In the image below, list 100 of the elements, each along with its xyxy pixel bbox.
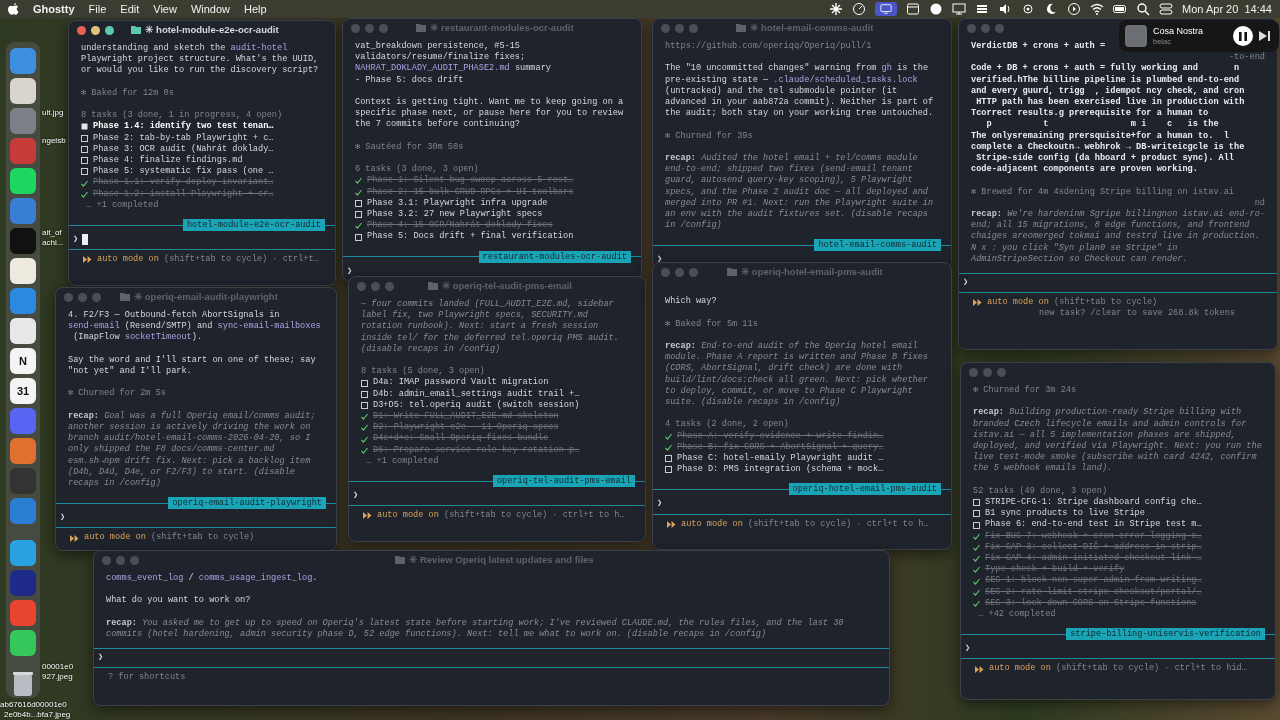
play-icon[interactable] — [1067, 2, 1082, 16]
task-text: SEC-3: lock down CORS on Stripe functions — [985, 597, 1197, 609]
control-center-icon[interactable] — [1159, 2, 1174, 16]
file-name[interactable]: ult.jpg — [42, 108, 64, 117]
task-text: SEC-2: rate limit stripe-checkout/portal/… — [985, 586, 1202, 598]
message-text: Context is getting tight. Want me to keep going on a — [355, 97, 624, 108]
search-icon[interactable] — [1136, 2, 1151, 16]
pause-icon[interactable] — [1239, 31, 1247, 41]
menu-item[interactable]: Help — [244, 0, 267, 18]
task-text: Phase 3.2: 27 new Playwright specs — [367, 209, 543, 220]
status-text: ✻ Baked for 5m 11s — [665, 318, 758, 330]
task-text: D3+D5: tel.operiq audit (switch session) — [373, 399, 580, 411]
message-text: or would you like to run the discovery script? — [81, 65, 319, 77]
task-text: B1 sync products to live Stripe — [985, 508, 1145, 519]
file-name[interactable]: 927.jpeg — [42, 672, 73, 681]
task-text: Fix GAP-4: admin-initiated checkout link … — [985, 553, 1202, 564]
window-title: ✳ hotel-module-e2e-ocr-audit — [145, 24, 279, 36]
app-icon[interactable] — [10, 78, 36, 104]
recap-text: recap: Audited the hotel email + tel/comms module end-to-end; shipped two fixes (send-email tenant guard, autosend query-key scoping), 5 Playwright specs, and the Phase 2 audit doc — all deployed and merged into PR #1. Next: run the Playwright suite in an env with the audit fixtures set. (disable recaps in /config) — [665, 153, 935, 232]
album-art-photo — [1125, 25, 1147, 47]
task-text: Phase 1.2: install Playwright + cr… — [93, 188, 274, 200]
menu-item[interactable]: File — [88, 0, 107, 18]
task-text: Phase 1: Silent-bug sweep across 5 rest… — [367, 175, 574, 187]
apple-logo-icon[interactable] — [8, 2, 19, 16]
task-text: Phase 5: Docs drift + final verification — [367, 231, 574, 243]
task-text: D4b: admin_email_settings audit trail +… — [373, 388, 580, 400]
message-text: -to-end — [1228, 52, 1265, 64]
prompt-symbol: ❯ — [73, 234, 79, 246]
folder-icon — [120, 292, 131, 302]
app-icon[interactable]: N — [10, 348, 36, 374]
app-icon[interactable] — [10, 258, 36, 284]
message-text: (ImapFlow socketTimeout). — [72, 332, 203, 344]
message-text: VerdictDB + crons + auth = — [971, 41, 1106, 53]
gauge-icon[interactable] — [852, 2, 867, 16]
app-icon[interactable] — [10, 630, 36, 656]
trash-icon[interactable] — [11, 670, 35, 698]
app-menu[interactable]: Ghostty — [33, 0, 75, 18]
file-name[interactable]: ait_of — [42, 228, 62, 237]
mode-status-text: auto mode on (shift+tab to cycle) · ctrl+t to hid… — [989, 663, 1247, 675]
menu-item[interactable]: View — [153, 0, 177, 18]
display-icon[interactable] — [875, 2, 898, 16]
sparkle-icon[interactable] — [829, 2, 844, 16]
menu-item[interactable]: Window — [190, 0, 231, 18]
wifi-icon[interactable] — [1090, 2, 1105, 16]
fast-forward-icon — [975, 665, 984, 673]
folder-icon — [131, 25, 142, 35]
file-name[interactable]: achi... — [42, 238, 64, 247]
fast-forward-icon — [70, 534, 79, 542]
status-text: ✻ Brewed for 4m 4sdening Stripe billing on istav.ai — [971, 186, 1235, 198]
message-text: What do you want to work on? — [106, 595, 251, 607]
prompt-symbol: ❯ — [98, 652, 104, 664]
app-icon[interactable] — [10, 168, 36, 194]
recap-text: recap: Building production-ready Stripe billing with branded Czech lifecycle emails and admin controls for istav.ai — all 5 implementation phases are shipped, deployed, and verified via Playwright. Next: you run the live test-mode smoke (subscribe with card 4242, confirm the 5 webhook emails land). — [973, 407, 1263, 475]
task-text: STRIPE-CFG-1: Stripe dashboard config che… — [985, 497, 1202, 508]
window-title: ✳ restaurant-modules-ocr-audit — [430, 22, 574, 34]
mode-status-text: auto mode on (shift+tab to cycle) · ctrl+t to h… — [681, 518, 929, 530]
task-text: Phase C: hotel-emaily Playwright audit … — [677, 453, 884, 464]
message-text: NAHRAT_DOKLADY_AUDIT_PHASE2.md summary — [355, 63, 551, 75]
fast-forward-icon — [83, 256, 92, 264]
task-text: Phase 5: systematic fix pass (one … — [93, 166, 274, 177]
menu-bar-clock[interactable]: Mon Apr 20 14:44 — [1182, 0, 1272, 18]
calendar-icon[interactable] — [906, 2, 921, 16]
session-tag: stripe-billing-uniservis-verification — [1066, 628, 1265, 641]
status-text: ✻ Baked for 12m 0s — [81, 87, 174, 99]
app-icon[interactable] — [10, 318, 36, 344]
battery-icon[interactable] — [1113, 2, 1128, 16]
info-text: https://github.com/operiqq/Operiq/pull/1 — [665, 41, 872, 53]
monitor-icon[interactable] — [952, 2, 967, 16]
broadcast-icon[interactable] — [1021, 2, 1036, 16]
info-text: … +1 completed — [85, 199, 159, 211]
fast-forward-icon — [973, 299, 982, 307]
app-icon[interactable]: 31 — [10, 378, 36, 404]
fast-forward-icon — [363, 512, 372, 520]
message-text: complete a Checkoutn→ webhrok → DB-writeicgcle is the — [971, 141, 1245, 153]
mode-status-text: auto mode on (shift+tab to cycle) · ctrl+t… — [97, 254, 319, 266]
file-name[interactable]: ab67616d00001e0 — [0, 700, 67, 709]
pause-button[interactable] — [1233, 26, 1253, 46]
file-name[interactable]: 2e0b4b...bfa7.jpeg — [4, 710, 71, 719]
mode-status-text: auto mode on (shift+tab to cycle) — [84, 532, 255, 544]
minimize-button[interactable] — [91, 25, 100, 35]
folder-icon — [416, 23, 427, 33]
prompt-symbol: ❯ — [60, 512, 66, 524]
message-text: Tcorrect results.g prerequisite for a human to — [971, 108, 1209, 119]
menu-item[interactable]: Edit — [120, 0, 140, 18]
task-text: D4c+d+e: Small Operiq fixes bundle — [373, 433, 549, 445]
task-text: Type-check + build + verify — [985, 564, 1125, 575]
context-hint-text: new task? /clear to save 268.8k tokens — [1038, 308, 1236, 320]
speaker-icon[interactable] — [998, 2, 1013, 16]
file-name[interactable]: ngelsb — [42, 136, 66, 145]
zoom-button[interactable] — [105, 25, 114, 35]
info-text: 52 tasks (49 done, 3 open) — [973, 485, 1108, 497]
close-button[interactable] — [77, 25, 86, 35]
message-text: verified.hThe billine pipeline is plumbed end-to-end — [971, 74, 1240, 86]
app-icon[interactable] — [10, 540, 36, 566]
session-tag: hotel-module-e2e-ocr-audit — [182, 219, 325, 231]
file-name[interactable]: 00001e0 — [42, 662, 74, 671]
message-text: Which way? — [665, 296, 717, 308]
window-title: ✳ operiq-email-audit-playwright — [134, 291, 278, 303]
stack-icon[interactable] — [975, 2, 990, 16]
window-title: ✳ operiq-hotel-email-pms-audit — [741, 266, 883, 278]
